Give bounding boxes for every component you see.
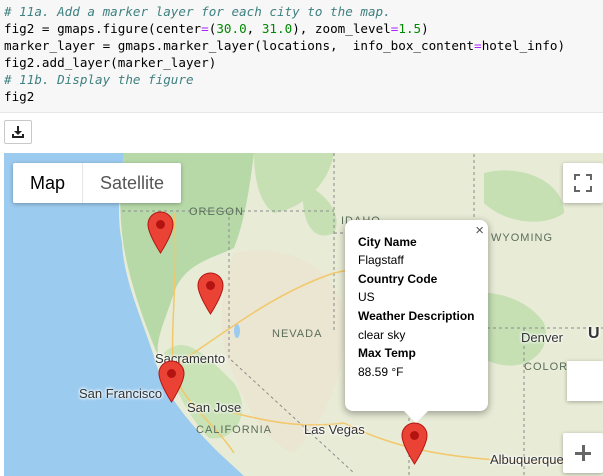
city-label-san-jose: San Jose <box>187 400 242 415</box>
zoom-in-button[interactable] <box>563 433 603 473</box>
info-weather-value: clear sky <box>358 328 406 342</box>
code-token: ) <box>421 21 429 36</box>
city-label-partial: U <box>588 325 600 342</box>
code-line-add-layer: fig2.add_layer(marker_layer) <box>4 55 217 70</box>
region-label-california: CALIFORNIA <box>196 424 273 436</box>
region-label-nevada: NEVADA <box>272 328 323 340</box>
fullscreen-button[interactable] <box>563 163 603 203</box>
info-city-name-label: City Name <box>358 235 417 249</box>
map-type-control: Map Satellite <box>13 163 182 203</box>
code-comment-11a: # 11a. Add a marker layer for each city … <box>4 4 391 19</box>
city-label-san-francisco: San Francisco <box>79 386 163 401</box>
marker-pin-icon[interactable] <box>401 422 428 465</box>
code-operator: = <box>201 21 209 36</box>
code-line-figure: fig2 = gmaps.figure(center=(30.0, 31.0),… <box>4 20 429 37</box>
info-weather-label: Weather Description <box>358 309 475 323</box>
info-max-temp-label: Max Temp <box>358 346 416 360</box>
code-cell[interactable]: # 11a. Add a marker layer for each city … <box>0 0 603 113</box>
city-label-albuquerque: Albuquerque <box>490 452 564 467</box>
map-widget[interactable]: OREGON IDAHO WYOMING NEVADA CALIFORNIA C… <box>4 153 603 476</box>
code-token: hotel_info) <box>481 38 566 53</box>
code-token: , <box>246 21 262 36</box>
info-box: × City Name Flagstaff Country Code US We… <box>345 220 488 423</box>
code-token: fig2 = gmaps.figure(center <box>4 21 202 36</box>
info-max-temp-value: 88.59 °F <box>358 365 404 379</box>
code-line-display: fig2 <box>4 89 35 104</box>
code-number: 1.5 <box>398 21 422 36</box>
download-button[interactable] <box>4 120 32 144</box>
code-operator: = <box>474 38 482 53</box>
code-line-marker-layer: marker_layer = gmaps.marker_layer(locati… <box>4 37 565 54</box>
region-label-oregon: OREGON <box>189 206 244 218</box>
city-label-las-vegas: Las Vegas <box>304 422 365 437</box>
code-token: ), zoom_level <box>292 21 391 36</box>
map-type-map-button[interactable]: Map <box>13 163 82 203</box>
marker-pin-icon[interactable] <box>197 272 224 315</box>
city-label-denver: Denver <box>521 330 563 345</box>
info-country-code-value: US <box>358 290 375 304</box>
region-label-colorado: COLOR <box>524 361 569 373</box>
code-number: 30.0 <box>216 21 247 36</box>
info-country-code-label: Country Code <box>358 272 438 286</box>
region-label-wyoming: WYOMING <box>491 232 553 244</box>
code-token: marker_layer = gmaps.marker_layer(locati… <box>4 38 475 53</box>
map-side-control[interactable] <box>567 361 603 401</box>
code-comment-11b: # 11b. Display the figure <box>4 72 194 87</box>
close-icon[interactable]: × <box>475 222 484 239</box>
download-icon <box>12 126 24 138</box>
info-city-name-value: Flagstaff <box>358 253 404 267</box>
marker-pin-icon[interactable] <box>147 211 174 254</box>
code-number: 31.0 <box>261 21 293 36</box>
plus-icon <box>575 445 591 461</box>
map-type-satellite-button[interactable]: Satellite <box>83 163 181 203</box>
fullscreen-icon <box>574 174 592 192</box>
marker-pin-icon[interactable] <box>158 360 185 403</box>
